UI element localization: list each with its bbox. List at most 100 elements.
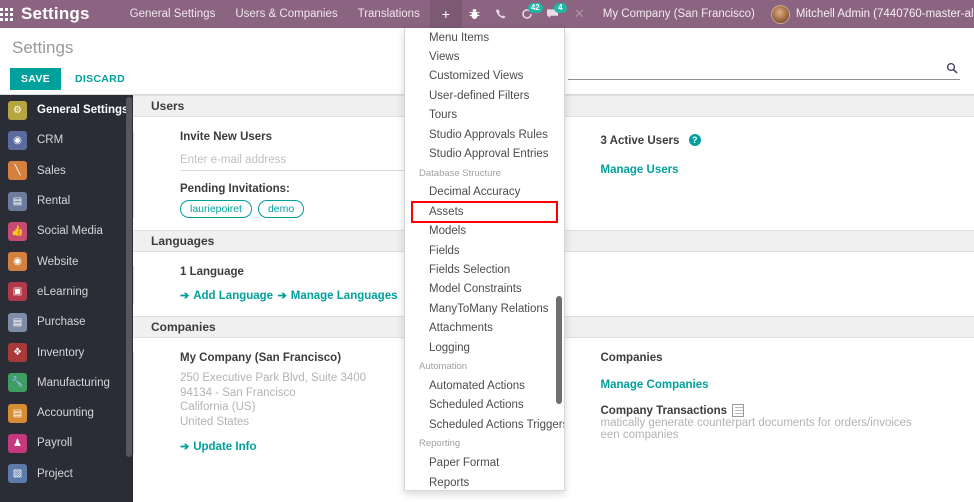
payroll-person-icon: ♟ [8, 433, 27, 453]
dropdown-item-studio-approval-entries[interactable]: Studio Approval Entries [405, 144, 564, 163]
sidebar-item-project[interactable]: ▧ Project [0, 459, 133, 489]
sidebar-item-label: Project [37, 467, 73, 480]
dropdown-item-models[interactable]: Models [405, 222, 564, 241]
dropdown-item-automated-actions[interactable]: Automated Actions [405, 376, 564, 395]
activities-icon[interactable]: 42 [514, 0, 543, 28]
sidebar-item-manufacturing[interactable]: 🔧 Manufacturing [0, 368, 133, 398]
search-icon[interactable] [946, 62, 960, 74]
dropdown-item-user-defined-filters[interactable]: User-defined Filters [405, 86, 564, 105]
sidebar-item-inventory[interactable]: ❖ Inventory [0, 337, 133, 367]
messages-icon[interactable]: 4 [540, 0, 567, 28]
dropdown-item-views[interactable]: Views [405, 47, 564, 66]
arrow-right-icon: ➔ [180, 290, 190, 302]
thumbs-up-icon: 👍 [8, 221, 27, 241]
sidebar-item-social-media[interactable]: 👍 Social Media [0, 216, 133, 246]
sidebar-item-label: Social Media [37, 225, 103, 238]
save-button[interactable]: SAVE [10, 68, 62, 90]
dropdown-section-database-structure: Database Structure [419, 167, 501, 179]
sidebar-item-accounting[interactable]: ▤ Accounting [0, 398, 133, 428]
manage-languages-link[interactable]: ➔ Manage Languages [277, 289, 398, 303]
systray: 42 4 ✕ My Company (San Francisco) Mitche… [462, 0, 974, 28]
update-info-label: Update Info [193, 440, 257, 453]
menu-general-settings[interactable]: General Settings [120, 0, 226, 28]
close-x-icon[interactable]: ✕ [566, 6, 593, 22]
dropdown-item-customized-views[interactable]: Customized Views [405, 67, 564, 86]
avatar [770, 4, 790, 24]
dropdown-item-logging[interactable]: Logging [405, 338, 564, 357]
crm-icon: ◉ [8, 130, 27, 150]
topbar-menu: General Settings Users & Companies Trans… [120, 0, 462, 28]
sidebar-item-general-settings[interactable]: ⚙ General Settings [0, 95, 133, 125]
wrench-icon: 🔧 [8, 373, 27, 393]
dropdown-section-automation: Automation [419, 361, 468, 373]
app-brand-title: Settings [21, 4, 90, 23]
sidebar-item-rental[interactable]: ▤ Rental [0, 186, 133, 216]
rental-icon: ▤ [8, 191, 27, 211]
dropdown-item-menu-items[interactable]: Menu Items [405, 28, 564, 47]
search-bar[interactable] [568, 56, 960, 80]
add-language-link[interactable]: ➔ Add Language [180, 289, 273, 303]
sidebar-item-elearning[interactable]: ▣ eLearning [0, 277, 133, 307]
bug-icon[interactable] [462, 0, 488, 28]
dropdown-item-reports[interactable]: Reports [405, 473, 564, 490]
document-icon [732, 404, 745, 417]
apps-grid-icon[interactable] [0, 0, 13, 28]
settings-sidebar[interactable]: ⚙ General Settings ◉ CRM ╲ Sales ▤ Renta… [0, 95, 133, 502]
sidebar-item-purchase[interactable]: ▤ Purchase [0, 307, 133, 337]
dropdown-item-tours[interactable]: Tours [405, 106, 564, 125]
menu-plus-button[interactable]: + [429, 0, 462, 28]
invitation-tag[interactable]: lauriepoiret [180, 200, 252, 218]
dropdown-item-fields-selection[interactable]: Fields Selection [405, 260, 564, 279]
sidebar-item-website[interactable]: ◉ Website [0, 246, 133, 276]
update-info-link[interactable]: ➔ Update Info [180, 440, 257, 454]
sidebar-item-label: Sales [37, 164, 66, 177]
control-panel-buttons: SAVE DISCARD [10, 68, 125, 90]
help-icon[interactable]: ? [688, 133, 701, 146]
user-name-label: Mitchell Admin (7440760-master-all) [795, 8, 974, 20]
messages-badge: 4 [553, 3, 567, 13]
dropdown-item-scheduled-actions[interactable]: Scheduled Actions [405, 396, 564, 415]
sidebar-item-label: Manufacturing [37, 376, 110, 389]
top-navbar: Settings General Settings Users & Compan… [0, 0, 974, 28]
users-right-column: 3 Active Users ? Manage Users [553, 131, 974, 218]
manage-companies-link[interactable]: Manage Companies [601, 379, 709, 391]
sidebar-item-payroll[interactable]: ♟ Payroll [0, 428, 133, 458]
sidebar-item-label: General Settings [37, 104, 129, 117]
sidebar-item-crm[interactable]: ◉ CRM [0, 125, 133, 155]
plus-dropdown-menu[interactable]: Menu Items Views Customized Views User-d… [404, 28, 565, 491]
arrow-right-icon: ➔ [180, 441, 190, 453]
current-company-label[interactable]: My Company (San Francisco) [593, 8, 765, 20]
phone-icon[interactable] [488, 0, 514, 28]
sidebar-scrollbar[interactable] [126, 97, 132, 457]
dropdown-item-model-constraints[interactable]: Model Constraints [405, 280, 564, 299]
dropdown-item-fields[interactable]: Fields [405, 241, 564, 260]
manage-users-link[interactable]: Manage Users [601, 164, 679, 176]
sidebar-item-sales[interactable]: ╲ Sales [0, 156, 133, 186]
document-icon: ▤ [8, 403, 27, 423]
dropdown-item-manytomany-relations[interactable]: ManyToMany Relations [405, 299, 564, 318]
sidebar-item-label: Accounting [37, 407, 94, 420]
dropdown-item-paper-format[interactable]: Paper Format [405, 453, 564, 472]
dropdown-scrollbar[interactable] [556, 296, 562, 404]
sidebar-item-label: Purchase [37, 316, 86, 329]
companies-right-column: Companies Manage Companies Company Trans… [553, 352, 974, 455]
sidebar-item-label: Inventory [37, 346, 85, 359]
dropdown-item-attachments[interactable]: Attachments [405, 318, 564, 337]
dropdown-section-reporting: Reporting [419, 438, 461, 450]
project-icon: ▧ [8, 464, 27, 484]
dropdown-item-assets[interactable]: Assets [411, 201, 558, 223]
globe-icon: ◉ [8, 252, 27, 272]
companies-count-label: Companies [600, 352, 663, 364]
invitation-tag[interactable]: demo [257, 200, 305, 218]
discard-button[interactable]: DISCARD [75, 73, 125, 85]
search-input[interactable] [568, 56, 946, 79]
dropdown-item-scheduled-actions-triggers[interactable]: Scheduled Actions Triggers [405, 415, 564, 434]
sidebar-item-label: CRM [37, 134, 64, 147]
user-menu[interactable]: Mitchell Admin (7440760-master-all) [765, 4, 974, 24]
dropdown-item-studio-approvals-rules[interactable]: Studio Approvals Rules [405, 125, 564, 144]
dropdown-item-decimal-accuracy[interactable]: Decimal Accuracy [405, 183, 564, 202]
arrow-right-icon: ➔ [277, 290, 287, 302]
menu-translations[interactable]: Translations [348, 0, 430, 28]
elearning-icon: ▣ [8, 282, 27, 302]
menu-users-companies[interactable]: Users & Companies [225, 0, 347, 28]
